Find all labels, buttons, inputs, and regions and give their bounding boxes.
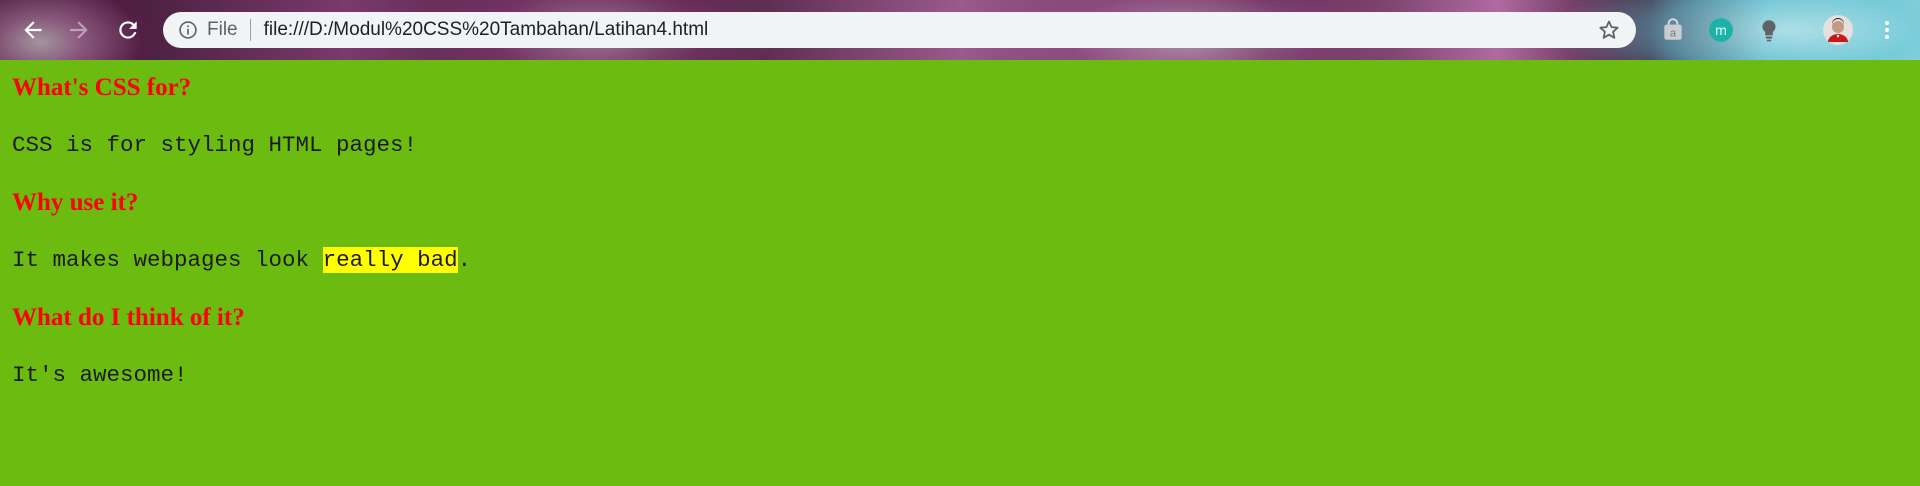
- extension-lightbulb-icon[interactable]: [1755, 16, 1783, 44]
- section-heading: Why use it?: [12, 189, 139, 216]
- section-paragraph: CSS is for styling HTML pages!: [12, 132, 418, 158]
- forward-button[interactable]: [62, 13, 96, 47]
- paragraph-text: It makes webpages look: [12, 247, 323, 273]
- more-menu-icon[interactable]: [1873, 16, 1901, 44]
- paragraph-text: .: [457, 247, 472, 273]
- section-paragraph: It's awesome!: [12, 362, 188, 388]
- url-text[interactable]: file:///D:/Modul%20CSS%20Tambahan/Latiha…: [264, 19, 1596, 41]
- bookmark-star-icon[interactable]: [1596, 17, 1622, 43]
- page-content: What's CSS for? CSS is for styling HTML …: [0, 60, 1920, 486]
- reload-icon: [119, 21, 137, 39]
- browser-toolbar: File file:///D:/Modul%20CSS%20Tambahan/L…: [0, 0, 1920, 60]
- site-scheme-label[interactable]: File: [207, 19, 238, 41]
- profile-avatar[interactable]: [1823, 15, 1853, 45]
- arrow-left-icon: [24, 21, 42, 39]
- section-heading: What do I think of it?: [12, 304, 245, 331]
- arrow-right-icon: [70, 21, 88, 39]
- section-paragraph: It makes webpages look really bad.: [12, 245, 471, 275]
- address-bar[interactable]: File file:///D:/Modul%20CSS%20Tambahan/L…: [163, 12, 1636, 48]
- extension-m-icon[interactable]: m: [1707, 16, 1735, 44]
- omnibox-divider: [249, 19, 251, 41]
- extension-bag-icon[interactable]: a: [1659, 16, 1687, 44]
- reload-button[interactable]: [111, 13, 145, 47]
- info-icon[interactable]: [177, 19, 199, 41]
- extension-letter: m: [1715, 22, 1727, 38]
- section-heading: What's CSS for?: [12, 74, 192, 101]
- highlighted-text: really bad: [322, 247, 458, 273]
- extension-letter: a: [1670, 28, 1677, 40]
- back-button[interactable]: [16, 13, 50, 47]
